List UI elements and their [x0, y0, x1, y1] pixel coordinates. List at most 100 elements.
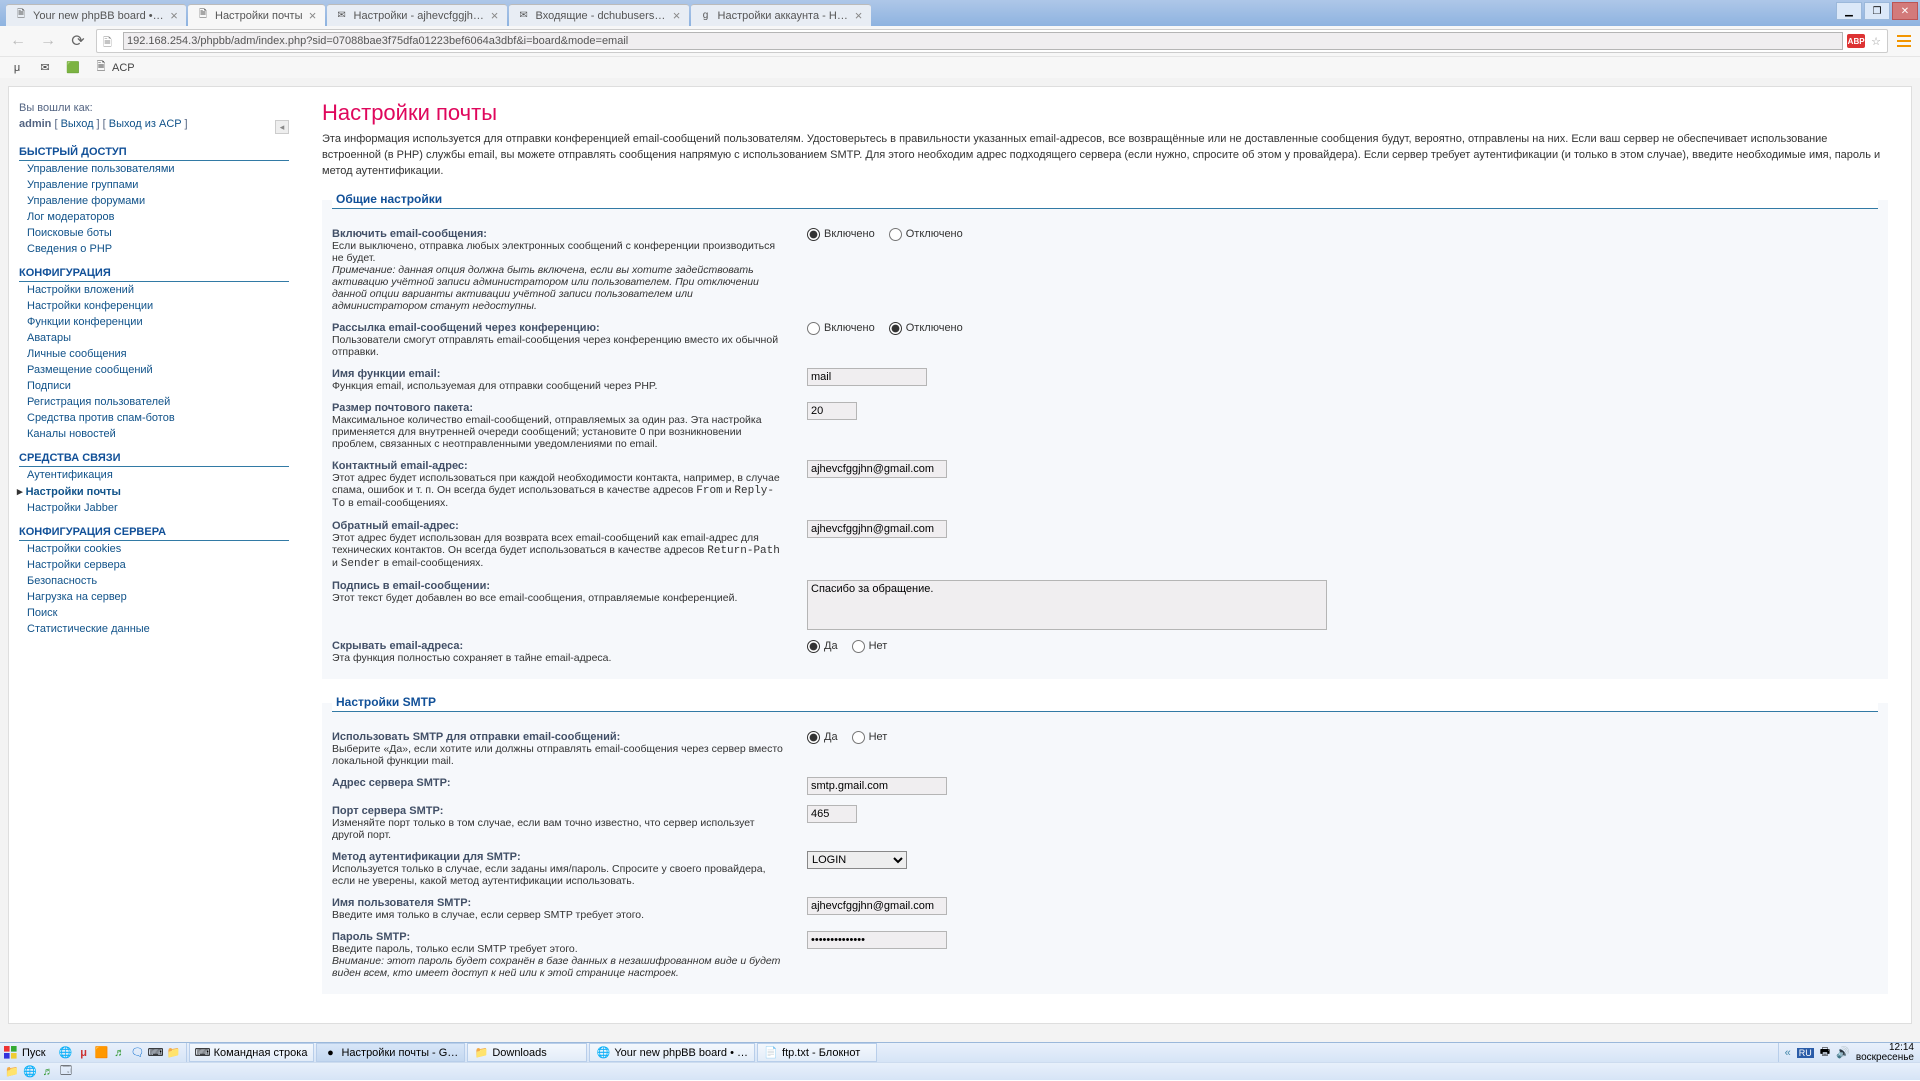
sidebar-link[interactable]: Личные сообщения	[27, 348, 127, 360]
sidebar-link[interactable]: Каналы новостей	[27, 428, 116, 440]
taskbar-task[interactable]: 📁Downloads	[467, 1043, 587, 1062]
tab-close-icon[interactable]: ×	[307, 10, 319, 22]
page-scroll[interactable]: Вы вошли как: admin [ Выход ] [ Выход из…	[0, 78, 1920, 1060]
sidebar-item[interactable]: Функции конференции	[19, 314, 289, 330]
ql-icon-1[interactable]: 🌐	[58, 1045, 74, 1061]
ql-icon-2[interactable]: μ	[76, 1045, 92, 1061]
ql2-icon-4[interactable]: 🗔	[58, 1064, 74, 1080]
ql2-icon-3[interactable]: ♬	[40, 1064, 56, 1080]
radio-boardwide-off[interactable]: Отключено	[889, 322, 963, 335]
sidebar-link[interactable]: Аватары	[27, 332, 71, 344]
sidebar-item[interactable]: Настройки вложений	[19, 282, 289, 298]
sidebar-link[interactable]: Подписи	[27, 380, 71, 392]
sidebar-item[interactable]: Настройки сервера	[19, 557, 289, 573]
sidebar-item[interactable]: Размещение сообщений	[19, 362, 289, 378]
sidebar-link[interactable]: Настройки cookies	[27, 543, 121, 555]
sidebar-link[interactable]: Настройки конференции	[27, 300, 153, 312]
logout-link[interactable]: Выход	[61, 118, 94, 130]
sidebar-link[interactable]: Настройки сервера	[27, 559, 126, 571]
bookmark-item[interactable]: 🟩	[62, 59, 84, 77]
nav-back-button[interactable]: ←	[6, 29, 30, 53]
bookmark-item[interactable]: ✉	[34, 59, 56, 77]
sidebar-link[interactable]: Сведения о PHP	[27, 243, 112, 255]
sidebar-item[interactable]: Регистрация пользователей	[19, 394, 289, 410]
sidebar-item[interactable]: Управление пользователями	[19, 161, 289, 177]
bookmark-item[interactable]: μ	[6, 59, 28, 77]
sidebar-link[interactable]: Поисковые боты	[27, 227, 112, 239]
logout-acp-link[interactable]: Выход из ACP	[109, 118, 182, 130]
browser-tab[interactable]: ✉Настройки - ajhevcfggjhn@…×	[327, 4, 507, 26]
sidebar-item[interactable]: Каналы новостей	[19, 426, 289, 442]
sidebar-item[interactable]: Управление группами	[19, 177, 289, 193]
sidebar-link[interactable]: Аутентификация	[27, 469, 113, 481]
radio-hide-yes[interactable]: Да	[807, 640, 838, 653]
sidebar-item[interactable]: Подписи	[19, 378, 289, 394]
ql-icon-6[interactable]: ⌨	[148, 1045, 164, 1061]
sidebar-link[interactable]: Статистические данные	[27, 623, 150, 635]
sidebar-item[interactable]: Статистические данные	[19, 621, 289, 637]
radio-smtp-no[interactable]: Нет	[852, 731, 888, 744]
sidebar-item[interactable]: Аватары	[19, 330, 289, 346]
browser-tab[interactable]: ✉Входящие - dchubusers@g…×	[509, 4, 689, 26]
sidebar-link[interactable]: Нагрузка на сервер	[27, 591, 127, 603]
taskbar-task[interactable]: 📄ftp.txt - Блокнот	[757, 1043, 877, 1062]
sidebar-link[interactable]: Поиск	[27, 607, 57, 619]
sidebar-link[interactable]: Управление группами	[27, 179, 138, 191]
browser-tab[interactable]: 🗎Your new phpBB board • Ли…×	[6, 4, 186, 26]
input-smtp-port[interactable]	[807, 805, 857, 823]
abp-icon[interactable]: ABP	[1847, 34, 1865, 48]
sidebar-item[interactable]: Настройки Jabber	[19, 500, 289, 516]
sidebar-item[interactable]: Поиск	[19, 605, 289, 621]
input-smtp-host[interactable]	[807, 777, 947, 795]
radio-boardwide-on[interactable]: Включено	[807, 322, 875, 335]
sidebar-item[interactable]: Аутентификация	[19, 467, 289, 483]
ql-icon-3[interactable]: 🟧	[94, 1045, 110, 1061]
bookmark-item[interactable]: 🗎ACP	[90, 59, 139, 77]
radio-hide-no[interactable]: Нет	[852, 640, 888, 653]
sidebar-item[interactable]: Настройки cookies	[19, 541, 289, 557]
sidebar-item[interactable]: Личные сообщения	[19, 346, 289, 362]
chrome-menu-button[interactable]	[1894, 31, 1914, 51]
sidebar-link[interactable]: Средства против спам-ботов	[27, 412, 175, 424]
taskbar-task[interactable]: 🌐Your new phpBB board • …	[589, 1043, 755, 1062]
radio-enable-email-off[interactable]: Отключено	[889, 228, 963, 241]
sidebar-item[interactable]: Сведения о PHP	[19, 241, 289, 257]
start-button[interactable]: Пуск	[0, 1043, 54, 1062]
input-return-email[interactable]	[807, 520, 947, 538]
nav-reload-button[interactable]: ⟳	[66, 29, 90, 53]
bookmark-star-icon[interactable]: ☆	[1871, 35, 1881, 48]
tab-close-icon[interactable]: ×	[489, 10, 501, 22]
sidebar-item[interactable]: Лог модераторов	[19, 209, 289, 225]
sidebar-item[interactable]: Безопасность	[19, 573, 289, 589]
sidebar-item[interactable]: Настройки почты	[19, 483, 289, 500]
sidebar-link[interactable]: Управление пользователями	[27, 163, 175, 175]
select-smtp-auth[interactable]: LOGIN	[807, 851, 907, 869]
sidebar-link[interactable]: Размещение сообщений	[27, 364, 153, 376]
input-smtp-pass[interactable]	[807, 931, 947, 949]
taskbar-task[interactable]: ⌨Командная строка	[189, 1043, 315, 1062]
sidebar-item[interactable]: Управление форумами	[19, 193, 289, 209]
input-email-func[interactable]	[807, 368, 927, 386]
sidebar-link[interactable]: Функции конференции	[27, 316, 143, 328]
window-close-button[interactable]: ✕	[1892, 2, 1918, 20]
sidebar-item[interactable]: Нагрузка на сервер	[19, 589, 289, 605]
input-contact-email[interactable]	[807, 460, 947, 478]
tray-expand-icon[interactable]: «	[1785, 1047, 1791, 1059]
sidebar-link[interactable]: Настройки Jabber	[27, 502, 118, 514]
radio-smtp-yes[interactable]: Да	[807, 731, 838, 744]
input-smtp-user[interactable]	[807, 897, 947, 915]
textarea-email-signature[interactable]: Спасибо за обращение.	[807, 580, 1327, 630]
tab-close-icon[interactable]: ×	[853, 10, 865, 22]
tray-icon-printer[interactable]: 🖶	[1820, 1043, 1830, 1062]
ql-icon-4[interactable]: ♬	[112, 1045, 128, 1061]
sidebar-link[interactable]: Настройки вложений	[27, 284, 134, 296]
ql-icon-5[interactable]: 🗨	[130, 1045, 146, 1061]
window-minimize-button[interactable]: ▁	[1836, 2, 1862, 20]
tray-clock[interactable]: 12:14 воскресенье	[1856, 1043, 1914, 1063]
window-maximize-button[interactable]: ❐	[1864, 2, 1890, 20]
input-package-size[interactable]	[807, 402, 857, 420]
sidebar-link[interactable]: Лог модераторов	[27, 211, 114, 223]
ql-icon-7[interactable]: 📁	[166, 1045, 182, 1061]
sidebar-item[interactable]: Средства против спам-ботов	[19, 410, 289, 426]
nav-forward-button[interactable]: →	[36, 29, 60, 53]
